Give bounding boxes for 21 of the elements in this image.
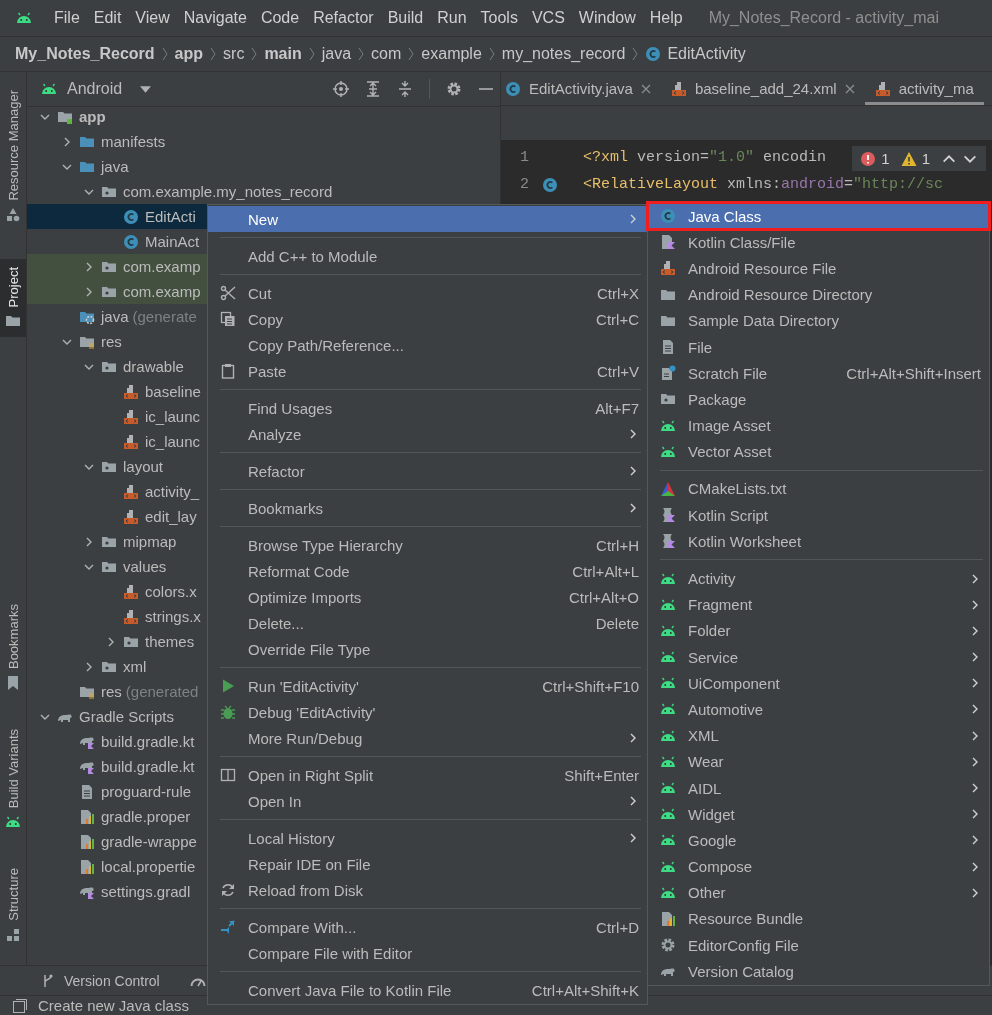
shortcut-text: Ctrl+Alt+L: [572, 562, 639, 580]
line-number: 2: [519, 176, 529, 193]
shortcut-text: Ctrl+C: [596, 310, 639, 328]
window-title: My_Notes_Record - activity_mai: [708, 9, 939, 27]
code-line: <?xml version="1.0" encodin: [582, 149, 827, 166]
shortcut-text: Alt+F7: [595, 399, 639, 417]
note-text: (generated: [125, 683, 199, 700]
code-line: <RelativeLayout xmlns:android="http://sc: [582, 176, 944, 193]
shortcut-text: Ctrl+X: [596, 284, 639, 302]
shortcut-text: Ctrl+H: [596, 536, 639, 554]
shortcut-text: Ctrl+Alt+Shift+Insert: [846, 364, 981, 382]
note-text: (generate: [132, 308, 197, 325]
shortcut-text: Ctrl+V: [596, 362, 639, 380]
shortcut-text: Shift+Enter: [564, 766, 639, 784]
line-number: 1: [519, 149, 529, 166]
shortcut-text: Ctrl+Shift+F10: [542, 677, 639, 695]
shortcut-text: Delete: [595, 614, 639, 632]
status-text: Create new Java class: [38, 997, 189, 1014]
shortcut-text: Ctrl+D: [596, 918, 639, 936]
shortcut-text: Ctrl+Alt+O: [568, 588, 639, 606]
shortcut-text: Ctrl+Alt+Shift+K: [531, 981, 639, 999]
